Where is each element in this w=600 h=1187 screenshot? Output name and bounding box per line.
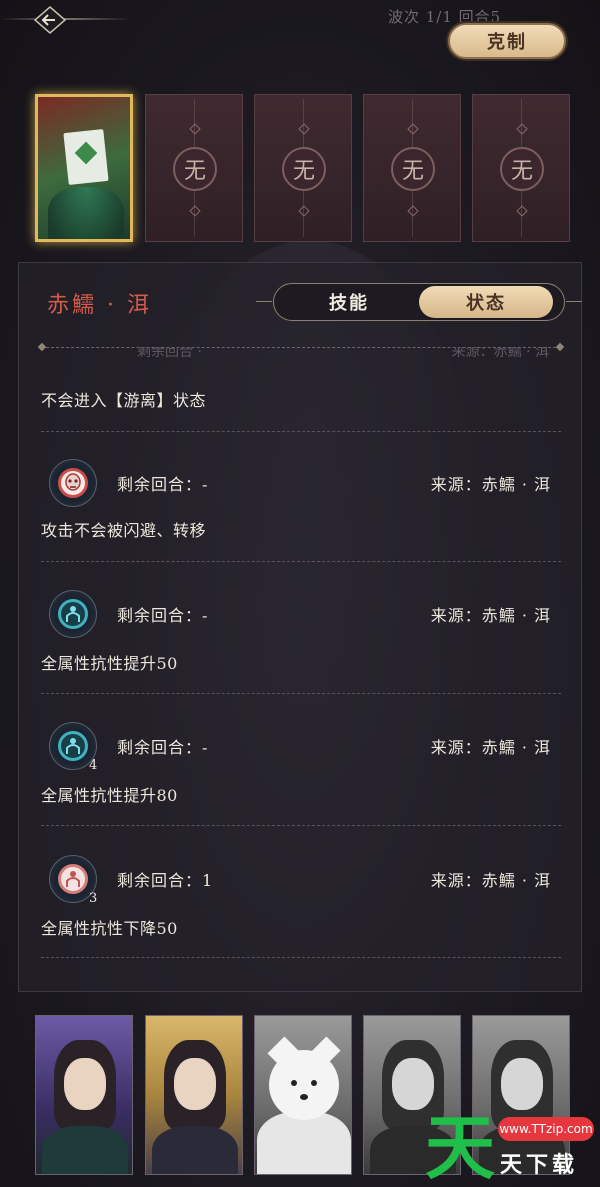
status-description: 攻击不会被闪避、转移 — [41, 521, 207, 540]
dog-eye — [311, 1080, 317, 1086]
diamond-ornament-icon — [189, 205, 201, 217]
status-separator — [41, 957, 561, 958]
watermark-text: 天下载 — [500, 1153, 579, 1178]
dog-nose — [300, 1094, 308, 1100]
top-bar: 波次 1/1 回合5 克制 — [0, 0, 600, 70]
status-separator — [41, 693, 561, 694]
status-source: 来源：赤鱬 · 洱 — [430, 475, 551, 494]
diamond-ornament-icon — [298, 123, 310, 135]
dog-eye — [291, 1080, 297, 1086]
status-description: 全属性抗性下降50 — [41, 919, 178, 938]
tab-group: 技能 状态 — [256, 283, 582, 321]
diamond-ornament-icon — [407, 123, 419, 135]
remaining-rounds: 剩余回合：1 — [117, 871, 214, 890]
scrolled-status-row: 剩余回合 · 来源：赤鱬 · 洱 — [41, 347, 561, 363]
status-header: 剩余回合：- 来源：赤鱬 · 洱 — [19, 590, 583, 638]
enemy-card-empty[interactable]: 无 — [363, 94, 461, 242]
diamond-ornament-icon — [516, 205, 528, 217]
back-arrow-icon — [33, 6, 67, 34]
tab-skill[interactable]: 技能 — [284, 286, 414, 318]
scrolled-source: 来源：赤鱬 · 洱 — [451, 347, 549, 360]
character-body — [152, 1126, 238, 1174]
status-description: 全属性抗性提升80 — [41, 786, 178, 805]
counter-button[interactable]: 克制 — [448, 23, 566, 59]
stack-count: 3 — [89, 891, 98, 906]
enemy-card-row: 无 无 无 无 — [35, 94, 575, 244]
dog-body — [257, 1112, 351, 1174]
diamond-ornament-icon — [407, 205, 419, 217]
watermark-logo: 天 — [425, 1107, 495, 1187]
status-header: 4 剩余回合：- 来源：赤鱬 · 洱 — [19, 722, 583, 773]
status-description: 不会进入【游离】状态 — [41, 391, 207, 410]
status-description: 全属性抗性提升50 — [41, 654, 178, 673]
diamond-ornament-icon — [298, 205, 310, 217]
scrolled-rounds: 剩余回合 · — [137, 347, 202, 360]
remaining-rounds: 剩余回合：- — [117, 475, 209, 494]
status-panel: 赤鱬 · 洱 技能 状态 剩余回合 · 来源：赤鱬 · 洱 不会进入【游离】状态 — [18, 262, 582, 992]
back-button[interactable] — [28, 4, 72, 36]
enemy-card-empty[interactable]: 无 — [145, 94, 243, 242]
person-down-icon — [66, 871, 80, 887]
person-up-icon — [66, 606, 80, 622]
status-separator — [41, 825, 561, 826]
status-source: 来源：赤鱬 · 洱 — [430, 606, 551, 625]
empty-slot-label: 无 — [500, 147, 544, 191]
diamond-ornament-icon — [516, 123, 528, 135]
enemy-card-empty[interactable]: 无 — [254, 94, 352, 242]
ally-card-dog[interactable] — [254, 1015, 352, 1175]
enemy-card-selected[interactable] — [35, 94, 133, 242]
character-face — [392, 1058, 434, 1110]
person-up-icon — [66, 738, 80, 754]
status-source: 来源：赤鱬 · 洱 — [430, 738, 551, 757]
enemy-card-empty[interactable]: 无 — [472, 94, 570, 242]
portrait-body — [48, 187, 124, 239]
character-name: 赤鱬 · 洱 — [47, 293, 152, 318]
character-face — [174, 1058, 216, 1110]
skull-mask-icon — [65, 473, 81, 491]
character-body — [42, 1126, 128, 1174]
mask-icon[interactable] — [49, 459, 97, 507]
ally-card[interactable] — [35, 1015, 133, 1175]
empty-slot-label: 无 — [173, 147, 217, 191]
status-header: 剩余回合：- 来源：赤鱬 · 洱 — [19, 459, 583, 507]
shield-buff-icon[interactable] — [49, 590, 97, 638]
diamond-ornament-icon — [189, 123, 201, 135]
empty-slot-label: 无 — [282, 147, 326, 191]
status-separator — [41, 561, 561, 562]
character-face — [64, 1058, 106, 1110]
stack-count: 4 — [89, 758, 98, 773]
ally-card[interactable] — [145, 1015, 243, 1175]
battle-status-screen: 波次 1/1 回合5 克制 无 无 无 无 赤鱬 · 洱 技能 状态 剩余回合 … — [0, 0, 600, 1187]
dog-head — [269, 1050, 339, 1120]
remaining-rounds: 剩余回合：- — [117, 738, 209, 757]
empty-slot-label: 无 — [391, 147, 435, 191]
watermark-url: www.TTzip.com — [498, 1117, 594, 1141]
tab-status[interactable]: 状态 — [419, 286, 553, 318]
status-separator — [41, 431, 561, 432]
status-source: 来源：赤鱬 · 洱 — [430, 871, 551, 890]
status-header: 3 剩余回合：1 来源：赤鱬 · 洱 — [19, 855, 583, 906]
character-face — [501, 1058, 543, 1110]
remaining-rounds: 剩余回合：- — [117, 606, 209, 625]
